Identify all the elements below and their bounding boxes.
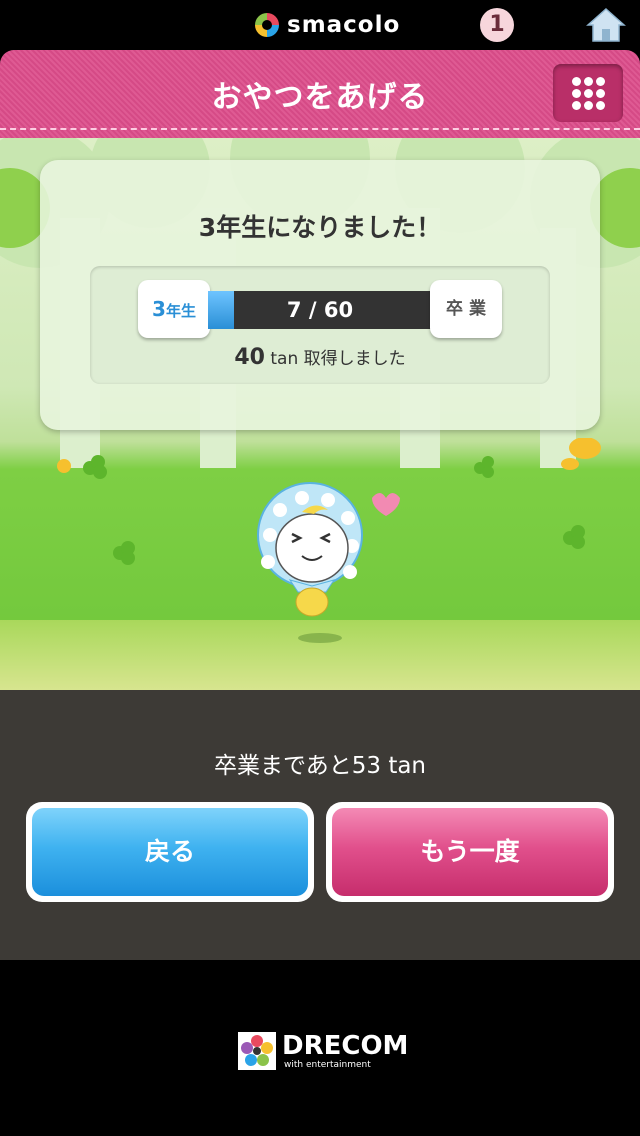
earned-text: tan 取得しました xyxy=(264,349,406,369)
grade-number: 3 xyxy=(152,297,166,321)
smacolo-logo-icon xyxy=(255,13,279,37)
bottom-panel: 卒業まであと53 tan 戻る もう一度 xyxy=(0,690,640,960)
back-button[interactable]: 戻る xyxy=(26,802,314,902)
back-button-label: 戻る xyxy=(32,808,308,896)
notification-badge[interactable]: 1 xyxy=(480,8,514,42)
result-title: 3年生になりました！ xyxy=(198,213,442,242)
earned-message: 40 tan 取得しました xyxy=(90,344,550,370)
result-panel: 3年生になりました！ 3年生 7 / 60 卒 業 40 tan 取得しました xyxy=(40,160,600,430)
progress-box: 3年生 7 / 60 卒 業 40 tan 取得しました xyxy=(90,266,550,384)
menu-button[interactable] xyxy=(553,64,623,122)
progress-text: 7 / 60 xyxy=(286,298,354,322)
grade-suffix: 年生 xyxy=(165,302,196,320)
remaining-to-graduate: 卒業まであと53 tan xyxy=(213,753,427,779)
grid-menu-icon xyxy=(572,77,605,110)
smacolo-logo: smacolo xyxy=(253,8,400,42)
drecom-flower-icon xyxy=(238,1032,276,1070)
retry-button-label: もう一度 xyxy=(332,808,608,896)
status-top-bar: smacolo 1 xyxy=(0,0,640,50)
footer: DRECOM with entertainment xyxy=(0,960,640,1136)
drecom-name: DRECOM xyxy=(282,1031,409,1061)
page-header: おやつをあげる xyxy=(0,50,640,138)
drecom-tagline: with entertainment xyxy=(284,1060,371,1070)
app-name: smacolo xyxy=(287,12,401,38)
graduation-badge: 卒 業 xyxy=(430,280,502,338)
home-icon[interactable] xyxy=(586,6,626,44)
drecom-logo: DRECOM with entertainment xyxy=(238,1032,408,1072)
character-mascot xyxy=(257,482,400,643)
grade-progress-bar: 7 / 60 xyxy=(208,291,432,329)
earned-amount: 40 xyxy=(234,345,265,370)
current-grade-badge: 3年生 xyxy=(138,280,210,338)
page-title: おやつをあげる xyxy=(211,80,429,115)
retry-button[interactable]: もう一度 xyxy=(326,802,614,902)
